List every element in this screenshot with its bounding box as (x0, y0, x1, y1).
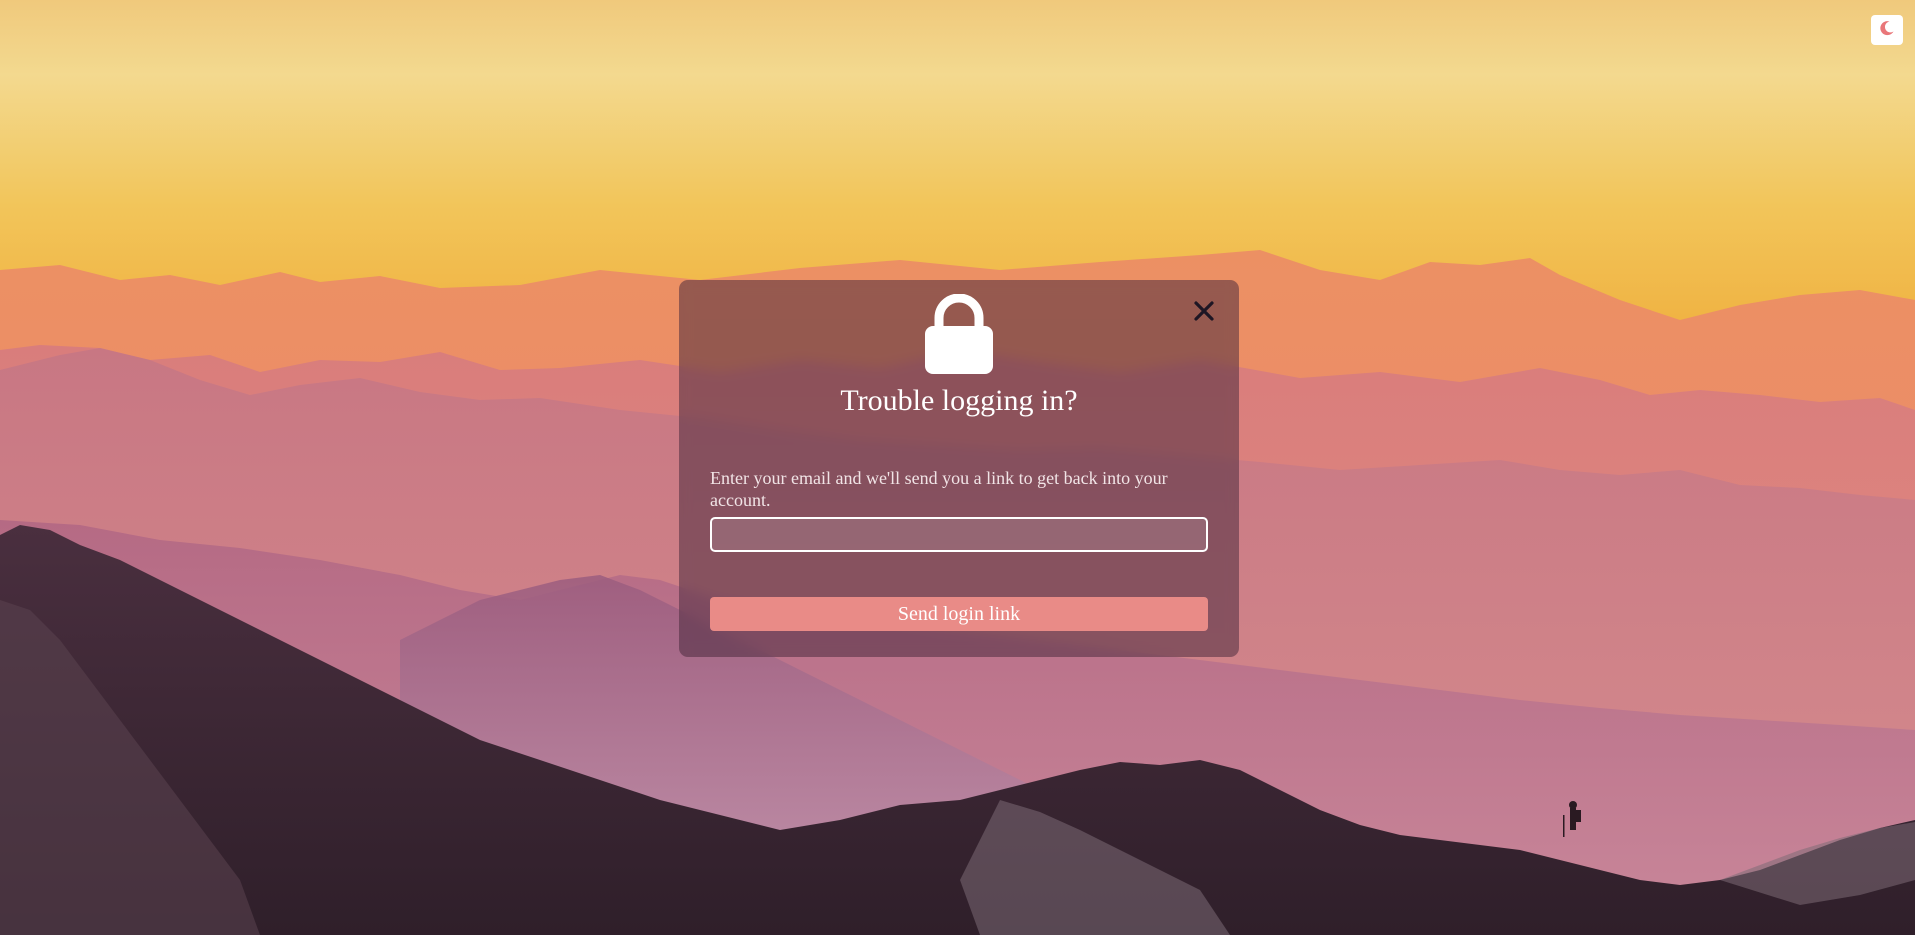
theme-toggle-button[interactable] (1871, 15, 1903, 45)
close-button[interactable] (1189, 298, 1219, 328)
moon-icon (1879, 20, 1895, 41)
modal-title: Trouble logging in? (840, 384, 1078, 417)
password-reset-modal: Trouble logging in? Enter your email and… (679, 280, 1239, 657)
modal-description: Enter your email and we'll send you a li… (710, 468, 1168, 510)
email-input[interactable] (710, 517, 1208, 552)
send-login-link-button[interactable]: Send login link (710, 597, 1208, 631)
close-icon (1193, 300, 1215, 327)
lock-icon (923, 293, 995, 381)
